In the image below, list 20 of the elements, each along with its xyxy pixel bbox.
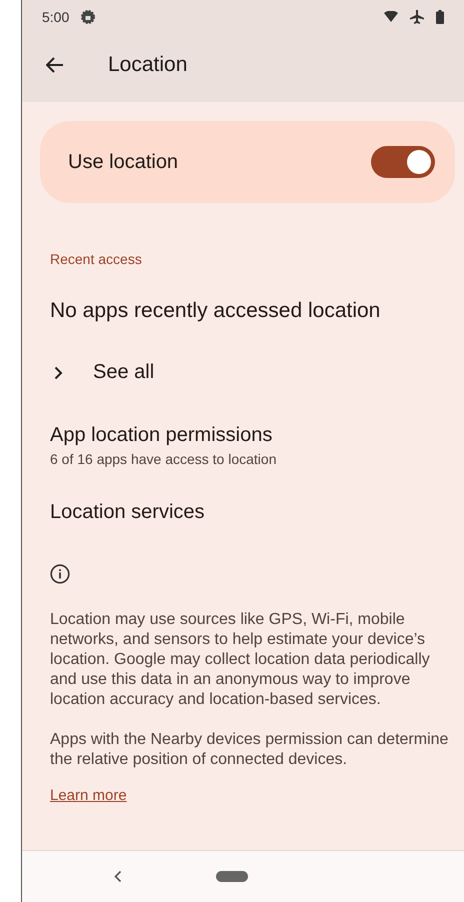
location-switch[interactable] [371,146,435,178]
learn-more-link[interactable]: Learn more [50,787,127,804]
section-header: Recent access [50,251,143,267]
settings-item[interactable]: Location services [22,501,464,524]
footer-text: Apps with the Nearby devices permission can determine the relative position of connected devices. [50,730,450,770]
wifi-icon [384,11,398,22]
footer-text: Location may use sources like GPS, Wi-Fi, mobile networks, and sensors to help estimate your device’s location. Google may collect location data periodically and use this data in an anonymous way to improve location accuracy and location-based services. [50,610,431,710]
home-handle[interactable] [216,871,248,882]
info-icon [50,564,70,584]
settings-item[interactable]: App location permissions 6 of 16 apps have access to location [22,424,464,467]
gear-icon [81,10,96,24]
switch-label: Use location [68,150,180,174]
empty-message: No apps recently accessed location [50,299,382,323]
see-all-item[interactable]: See all [54,361,154,384]
battery-icon [436,10,444,24]
page-title: Location [108,52,188,76]
nav-back-button[interactable] [114,870,122,883]
chevron-icon [54,366,63,380]
airplane-icon [410,10,424,24]
status-time: 5:00 [42,8,70,24]
